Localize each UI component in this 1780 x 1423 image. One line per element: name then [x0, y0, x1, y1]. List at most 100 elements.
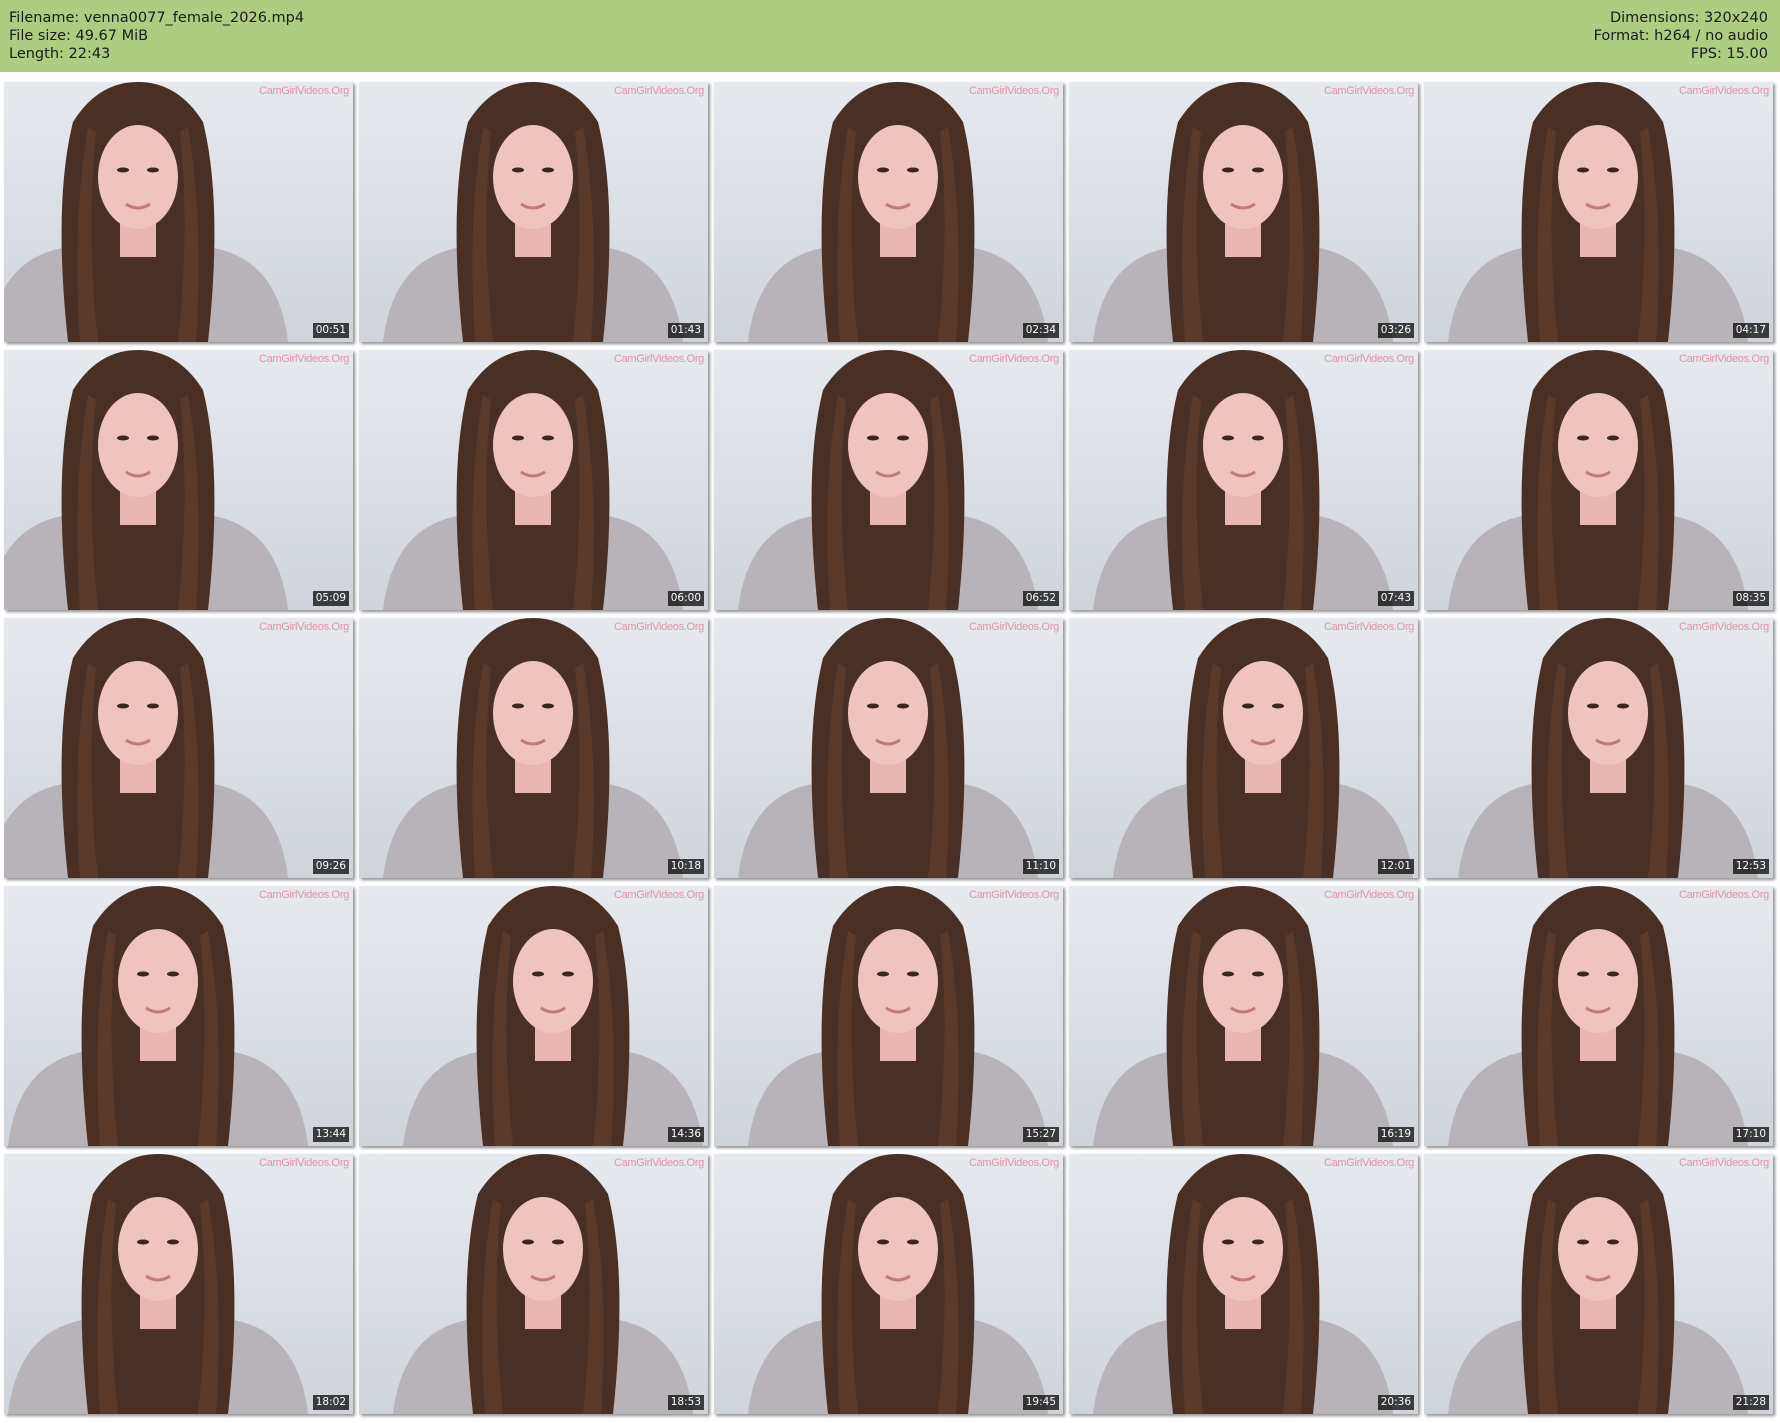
video-frame-image — [8, 1154, 308, 1414]
video-frame-image — [1448, 1154, 1748, 1414]
video-frame-image — [8, 886, 308, 1146]
video-thumbnail: CamGirlVideos.Org 06:00 — [359, 350, 708, 610]
thumbnail-timestamp: 17:10 — [1732, 1127, 1769, 1142]
video-thumbnail: CamGirlVideos.Org 02:34 — [714, 82, 1063, 342]
video-thumbnail: CamGirlVideos.Org 11:10 — [714, 618, 1063, 878]
thumbnail-timestamp: 15:27 — [1022, 1127, 1059, 1142]
watermark-text: CamGirlVideos.Org — [613, 1157, 704, 1169]
video-thumbnail: CamGirlVideos.Org 12:53 — [1424, 618, 1773, 878]
watermark-text: CamGirlVideos.Org — [258, 353, 349, 365]
watermark-text: CamGirlVideos.Org — [613, 889, 704, 901]
thumbnail-timestamp: 09:26 — [312, 859, 349, 874]
video-frame-image — [738, 350, 1038, 610]
video-frame-image — [1448, 886, 1748, 1146]
video-thumbnail: CamGirlVideos.Org 03:26 — [1069, 82, 1418, 342]
watermark-text: CamGirlVideos.Org — [258, 85, 349, 97]
video-frame-image — [1093, 82, 1393, 342]
watermark-text: CamGirlVideos.Org — [613, 353, 704, 365]
video-thumbnail: CamGirlVideos.Org 08:35 — [1424, 350, 1773, 610]
video-thumbnail: CamGirlVideos.Org 21:28 — [1424, 1154, 1773, 1414]
thumbnail-timestamp: 01:43 — [667, 323, 704, 338]
video-frame-image — [383, 618, 683, 878]
video-frame-image — [393, 1154, 693, 1414]
watermark-text: CamGirlVideos.Org — [258, 889, 349, 901]
video-thumbnail: CamGirlVideos.Org 09:26 — [4, 618, 353, 878]
thumbnail-timestamp: 02:34 — [1022, 323, 1059, 338]
filesize-label: File size: 49.67 MiB — [9, 28, 149, 44]
video-thumbnail: CamGirlVideos.Org 17:10 — [1424, 886, 1773, 1146]
watermark-text: CamGirlVideos.Org — [1323, 1157, 1414, 1169]
video-frame-image — [748, 82, 1048, 342]
video-frame-image — [1093, 886, 1393, 1146]
thumbnail-timestamp: 18:02 — [312, 1395, 349, 1410]
video-thumbnail: CamGirlVideos.Org 19:45 — [714, 1154, 1063, 1414]
video-thumbnail: CamGirlVideos.Org 12:01 — [1069, 618, 1418, 878]
thumbnail-timestamp: 12:01 — [1377, 859, 1414, 874]
watermark-text: CamGirlVideos.Org — [258, 1157, 349, 1169]
length-label: Length: 22:43 — [9, 46, 111, 62]
video-frame-image — [403, 886, 703, 1146]
video-thumbnail: CamGirlVideos.Org 05:09 — [4, 350, 353, 610]
watermark-text: CamGirlVideos.Org — [258, 621, 349, 633]
video-frame-image — [4, 618, 288, 878]
thumbnail-timestamp: 12:53 — [1732, 859, 1769, 874]
watermark-text: CamGirlVideos.Org — [1678, 621, 1769, 633]
video-frame-image — [748, 1154, 1048, 1414]
watermark-text: CamGirlVideos.Org — [968, 353, 1059, 365]
video-thumbnail: CamGirlVideos.Org 16:19 — [1069, 886, 1418, 1146]
thumbnail-timestamp: 13:44 — [312, 1127, 349, 1142]
watermark-text: CamGirlVideos.Org — [968, 85, 1059, 97]
video-thumbnail: CamGirlVideos.Org 06:52 — [714, 350, 1063, 610]
watermark-text: CamGirlVideos.Org — [968, 621, 1059, 633]
file-info-right: Dimensions: 320x240 Format: h264 / no au… — [1594, 9, 1768, 63]
video-thumbnail: CamGirlVideos.Org 14:36 — [359, 886, 708, 1146]
video-frame-image — [383, 82, 683, 342]
video-frame-image — [1093, 350, 1393, 610]
video-frame-image — [1448, 350, 1748, 610]
video-frame-image — [383, 350, 683, 610]
video-thumbnail: CamGirlVideos.Org 18:02 — [4, 1154, 353, 1414]
video-frame-image — [4, 350, 288, 610]
thumbnail-timestamp: 06:52 — [1022, 591, 1059, 606]
thumbnail-timestamp: 08:35 — [1732, 591, 1769, 606]
thumbnail-timestamp: 04:17 — [1732, 323, 1769, 338]
watermark-text: CamGirlVideos.Org — [1678, 889, 1769, 901]
video-thumbnail: CamGirlVideos.Org 15:27 — [714, 886, 1063, 1146]
thumbnail-timestamp: 20:36 — [1377, 1395, 1414, 1410]
thumbnail-timestamp: 03:26 — [1377, 323, 1414, 338]
watermark-text: CamGirlVideos.Org — [613, 621, 704, 633]
format-label: Format: h264 / no audio — [1593, 28, 1768, 44]
filename-label: Filename: venna0077_female_2026.mp4 — [9, 10, 305, 26]
thumbnail-timestamp: 00:51 — [312, 323, 349, 338]
video-frame-image — [1458, 618, 1758, 878]
watermark-text: CamGirlVideos.Org — [1323, 85, 1414, 97]
fps-label: FPS: 15.00 — [1690, 46, 1768, 62]
thumbnail-timestamp: 18:53 — [667, 1395, 704, 1410]
video-frame-image — [748, 886, 1048, 1146]
file-info-left: Filename: venna0077_female_2026.mp4 File… — [9, 9, 304, 63]
video-thumbnail: CamGirlVideos.Org 04:17 — [1424, 82, 1773, 342]
video-thumbnail: CamGirlVideos.Org 18:53 — [359, 1154, 708, 1414]
thumbnail-timestamp: 05:09 — [312, 591, 349, 606]
video-frame-image — [1093, 1154, 1393, 1414]
video-thumbnail: CamGirlVideos.Org 01:43 — [359, 82, 708, 342]
video-thumbnail: CamGirlVideos.Org 07:43 — [1069, 350, 1418, 610]
thumbnail-timestamp: 10:18 — [667, 859, 704, 874]
video-frame-image — [1113, 618, 1413, 878]
video-frame-image — [4, 82, 288, 342]
video-frame-image — [1448, 82, 1748, 342]
thumbnail-timestamp: 11:10 — [1022, 859, 1059, 874]
dimensions-label: Dimensions: 320x240 — [1609, 10, 1768, 26]
watermark-text: CamGirlVideos.Org — [613, 85, 704, 97]
thumbnail-timestamp: 19:45 — [1022, 1395, 1059, 1410]
thumbnail-timestamp: 06:00 — [667, 591, 704, 606]
video-thumbnail: CamGirlVideos.Org 00:51 — [4, 82, 353, 342]
thumbnail-timestamp: 07:43 — [1377, 591, 1414, 606]
watermark-text: CamGirlVideos.Org — [1323, 353, 1414, 365]
thumbnail-timestamp: 14:36 — [667, 1127, 704, 1142]
contact-sheet-info-header: Filename: venna0077_female_2026.mp4 File… — [0, 0, 1780, 72]
watermark-text: CamGirlVideos.Org — [968, 889, 1059, 901]
thumbnail-grid: CamGirlVideos.Org 00:51 CamGirlVideos.Org 0… — [4, 82, 1776, 1422]
watermark-text: CamGirlVideos.Org — [1323, 889, 1414, 901]
thumbnail-timestamp: 16:19 — [1377, 1127, 1414, 1142]
